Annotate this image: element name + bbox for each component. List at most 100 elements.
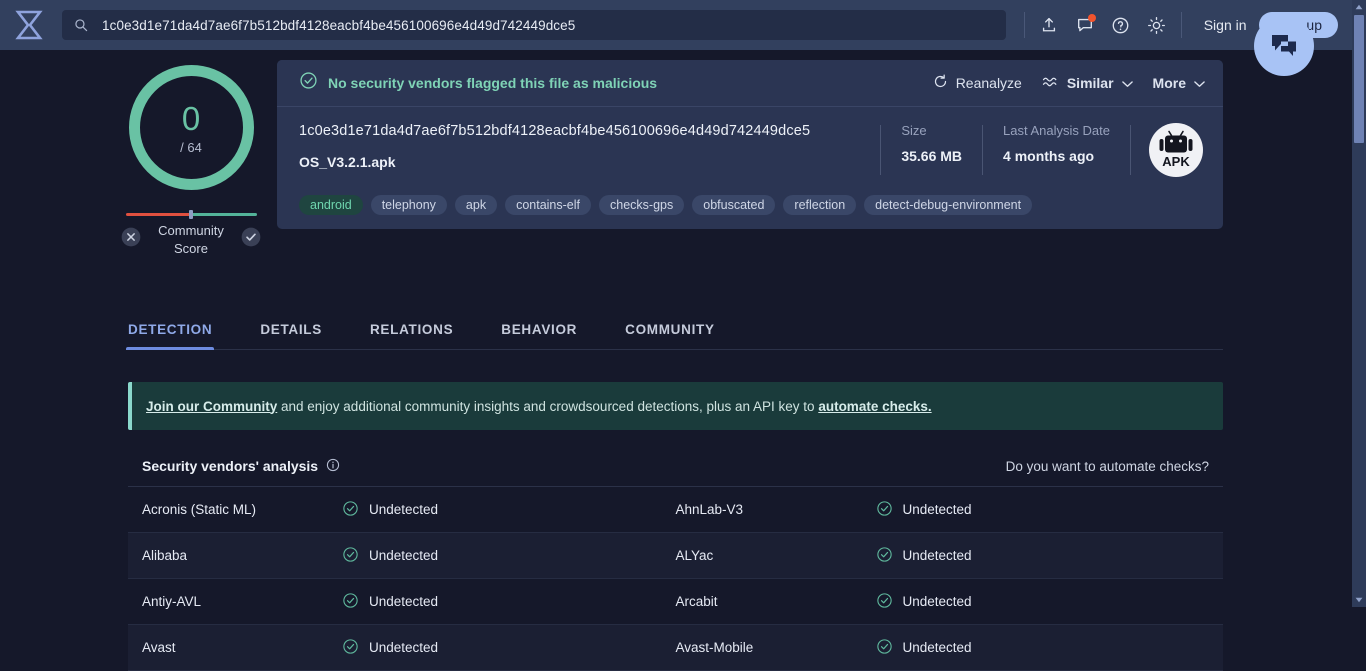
vendor-cell: Avast Undetected [142, 638, 676, 658]
vendor-result: Undetected [342, 592, 438, 612]
vendor-name: Avast [142, 640, 176, 655]
theme-toggle-icon[interactable] [1141, 9, 1173, 41]
scrollbar-thumb[interactable] [1354, 15, 1364, 143]
vendor-result-text: Undetected [369, 502, 439, 517]
feedback-icon[interactable] [1069, 9, 1101, 41]
file-size-value: 35.66 MB [901, 148, 963, 164]
community-score-bar [125, 210, 257, 219]
page-scrollbar[interactable] [1352, 0, 1366, 607]
header-divider-left [1023, 12, 1025, 38]
vendor-result-text: Undetected [902, 640, 972, 655]
info-icon[interactable] [326, 458, 340, 475]
vendor-name: Avast-Mobile [675, 640, 754, 655]
tab-community[interactable]: COMMUNITY [625, 322, 715, 349]
tab-details[interactable]: DETAILS [260, 322, 322, 349]
file-identity: 1c0e3d1e71da4d7ae6f7b512bdf4128eacbf4be4… [299, 123, 880, 170]
vendor-cell: Alibaba Undetected [142, 546, 676, 566]
vendor-result: Undetected [342, 500, 438, 520]
vendor-cell: AhnLab-V3 Undetected [676, 500, 1210, 520]
vendor-result: Undetected [876, 500, 972, 520]
virustotal-logo[interactable] [10, 8, 54, 42]
vendor-result-text: Undetected [369, 640, 439, 655]
tab-behavior[interactable]: BEHAVIOR [501, 322, 577, 349]
scroll-down-arrow[interactable] [1352, 593, 1366, 607]
svg-text:APK: APK [1162, 154, 1190, 169]
file-name: OS_V3.2.1.apk [299, 154, 396, 170]
check-circle-icon [876, 638, 893, 658]
table-row[interactable]: Acronis (Static ML) Undetected AhnLab-V3… [128, 487, 1223, 533]
scroll-up-arrow[interactable] [1352, 0, 1366, 14]
search-bar[interactable] [62, 10, 1006, 40]
verdict-text: No security vendors flagged this file as… [328, 75, 658, 91]
vendors-title-block: Security vendors' analysis [142, 458, 340, 475]
upload-icon[interactable] [1033, 9, 1065, 41]
vendor-result-text: Undetected [369, 548, 439, 563]
tag-obfuscated[interactable]: obfuscated [692, 195, 776, 215]
tab-relations[interactable]: RELATIONS [370, 322, 453, 349]
file-size-block: Size 35.66 MB [881, 123, 982, 177]
thumbs-up-icon[interactable] [240, 226, 262, 253]
vendor-cell: ALYac Undetected [676, 546, 1210, 566]
vendor-cell: Antiy-AVL Undetected [142, 592, 676, 612]
table-row[interactable]: Avast Undetected Avast-Mobile Undetected [128, 625, 1223, 671]
file-summary-card: No security vendors flagged this file as… [277, 60, 1223, 229]
page-body: 0 / 64 Community Score No security vendo… [0, 16, 1352, 671]
detection-count: 0 [181, 100, 201, 137]
last-analysis-label: Last Analysis Date [1003, 123, 1110, 138]
detection-total: / 64 [180, 140, 202, 155]
automate-checks-prompt[interactable]: Do you want to automate checks? [1006, 459, 1209, 474]
vendor-result: Undetected [342, 546, 438, 566]
verdict-check-icon [299, 71, 318, 95]
banner-mid-text: and enjoy additional community insights … [277, 398, 819, 414]
similar-button[interactable]: Similar [1042, 75, 1133, 91]
sign-in-button[interactable]: Sign in [1204, 17, 1247, 33]
automate-checks-link[interactable]: automate checks. [818, 399, 931, 414]
tag-android[interactable]: android [299, 195, 363, 215]
file-info-row: 1c0e3d1e71da4d7ae6f7b512bdf4128eacbf4be4… [299, 123, 1203, 177]
vendor-cell: Acronis (Static ML) Undetected [142, 500, 676, 520]
check-circle-icon [876, 500, 893, 520]
tag-contains-elf[interactable]: contains-elf [505, 195, 592, 215]
reanalyze-button[interactable]: Reanalyze [933, 74, 1022, 92]
last-analysis-value: 4 months ago [1003, 148, 1095, 164]
more-button[interactable]: More [1153, 75, 1205, 91]
tab-detection[interactable]: DETECTION [125, 322, 215, 350]
vendors-header: Security vendors' analysis Do you want t… [128, 446, 1223, 487]
file-size-label: Size [901, 123, 927, 138]
vendor-cell: Arcabit Undetected [676, 592, 1210, 612]
file-metadata: Size 35.66 MB Last Analysis Date 4 month… [880, 123, 1203, 177]
tag-checks-gps[interactable]: checks-gps [599, 195, 685, 215]
help-icon[interactable] [1105, 9, 1137, 41]
file-card-actions: Reanalyze Similar More [933, 74, 1205, 92]
table-row[interactable]: Alibaba Undetected ALYac Undetected [128, 533, 1223, 579]
vendor-result: Undetected [342, 638, 438, 658]
tag-apk[interactable]: apk [454, 195, 498, 215]
vendor-result-text: Undetected [902, 548, 972, 563]
file-hash: 1c0e3d1e71da4d7ae6f7b512bdf4128eacbf4be4… [299, 123, 811, 139]
vendor-result: Undetected [876, 638, 972, 658]
reanalyze-label: Reanalyze [955, 75, 1022, 91]
tag-telephony[interactable]: telephony [370, 195, 447, 215]
main-tabs: DETECTION DETAILS RELATIONS BEHAVIOR COM… [125, 308, 1223, 350]
thumbs-down-icon[interactable] [120, 226, 142, 253]
vendor-name: AhnLab-V3 [675, 502, 744, 517]
last-analysis-block: Last Analysis Date 4 months ago [983, 123, 1130, 177]
banner-text: Join our Community and enjoy additional … [146, 399, 932, 414]
vendor-cell: Avast-Mobile Undetected [676, 638, 1210, 658]
join-community-link[interactable]: Join our Community [146, 399, 277, 414]
community-bar-positive [191, 213, 257, 216]
community-score-row: Community Score [112, 222, 270, 257]
check-circle-icon [876, 592, 893, 612]
chevron-down-icon [1121, 75, 1133, 91]
file-card-body: 1c0e3d1e71da4d7ae6f7b512bdf4128eacbf4be4… [277, 107, 1223, 229]
tag-reflection[interactable]: reflection [783, 195, 857, 215]
search-input[interactable] [102, 17, 994, 33]
community-score-label: Community Score [158, 223, 224, 256]
check-circle-icon [876, 546, 893, 566]
search-icon [74, 18, 88, 32]
chat-fab[interactable] [1254, 16, 1314, 76]
header-actions [1033, 9, 1173, 41]
tag-detect-debug-environment[interactable]: detect-debug-environment [864, 195, 1033, 215]
table-row[interactable]: Antiy-AVL Undetected Arcabit Undetected [128, 579, 1223, 625]
detection-ratio-donut: 0 / 64 [124, 60, 259, 195]
